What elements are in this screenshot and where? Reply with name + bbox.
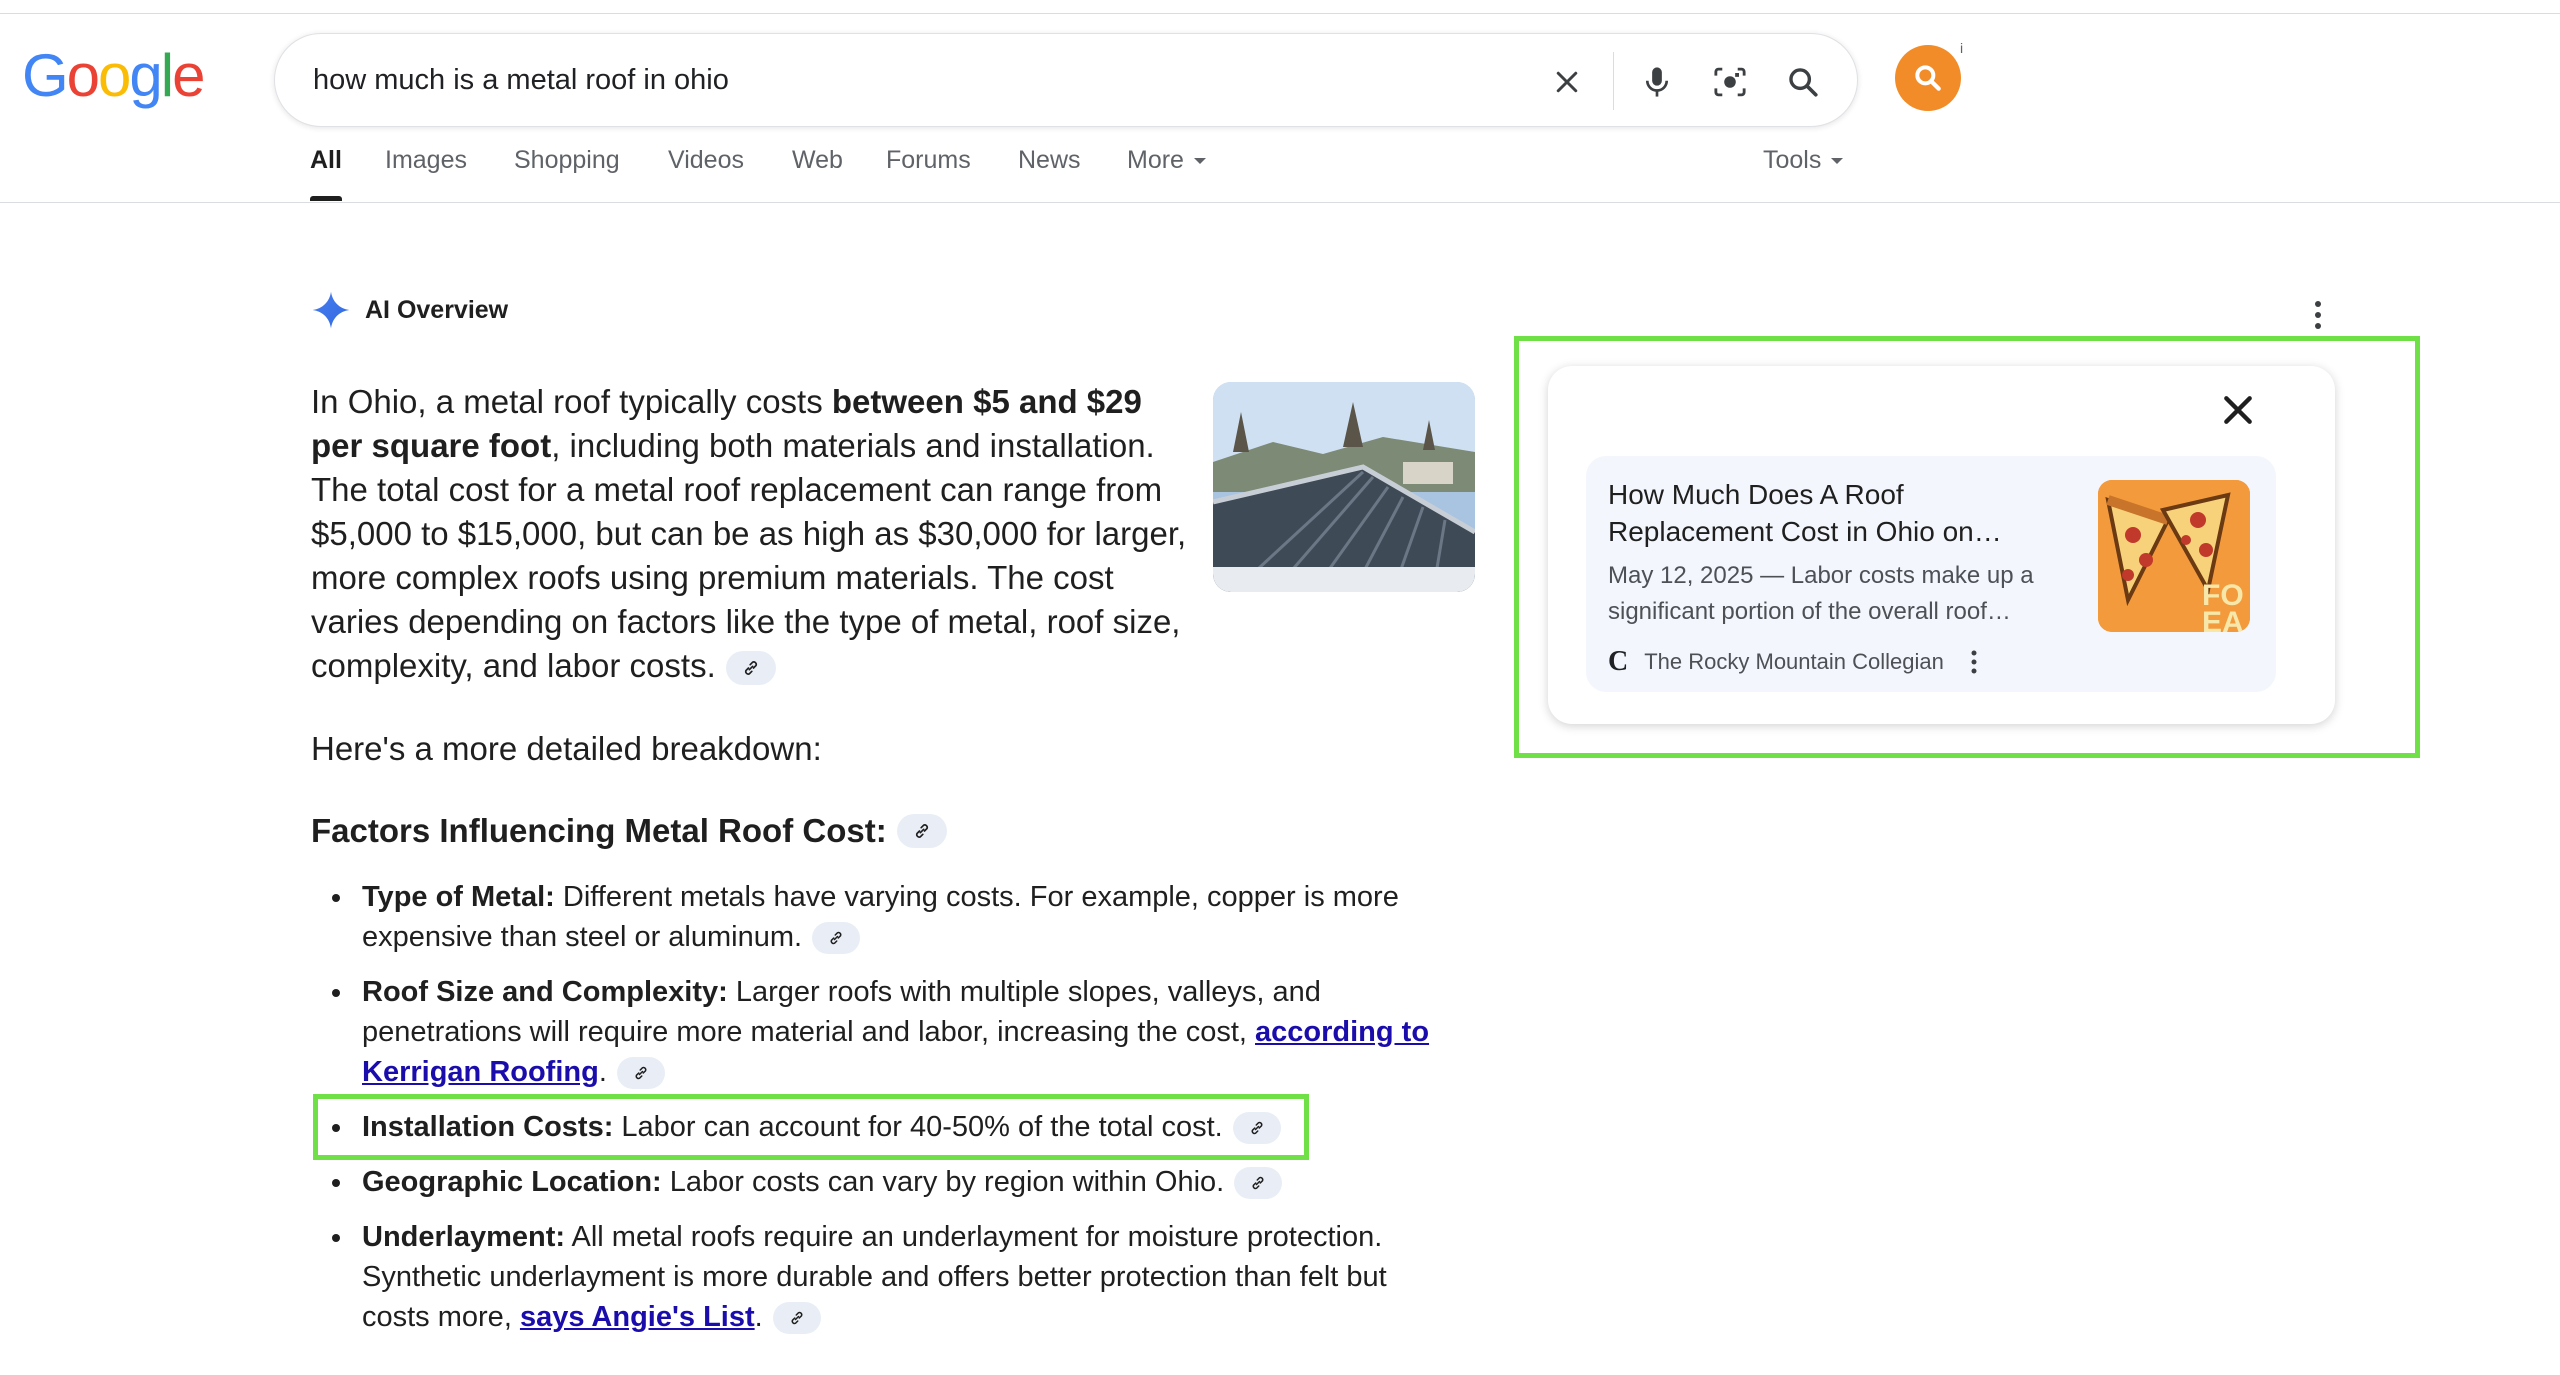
tab-shopping[interactable]: Shopping [514,146,620,175]
tools-label: Tools [1763,146,1822,174]
link-icon [744,661,757,676]
clear-icon[interactable] [1547,62,1587,102]
breakdown-intro: Here's a more detailed breakdown: [311,730,822,767]
chevron-down-icon [1193,158,1206,165]
angies-list-link[interactable]: says Angie's List [520,1301,755,1333]
search-icon[interactable] [1783,62,1823,102]
link-icon [635,1067,647,1080]
tab-images[interactable]: Images [385,146,467,175]
google-logo[interactable]: Google [22,42,206,109]
tab-news[interactable]: News [1018,146,1081,175]
link-icon [830,932,842,945]
gemini-sparkle-icon [312,291,350,329]
tab-more-label: More [1127,146,1184,174]
summary-text-rest: , including both materials and installat… [311,427,1187,684]
logo-letter: e [172,42,205,109]
logo-letter: G [22,42,69,109]
link-icon [791,1312,803,1325]
bullet-label: Type of Metal: [362,881,555,913]
more-options-icon[interactable] [2306,298,2330,332]
chevron-down-icon [1831,158,1844,165]
tab-forums[interactable]: Forums [886,146,971,175]
ai-overview-header: AI Overview [311,290,508,330]
metal-roof-image[interactable] [1213,382,1475,592]
tab-all[interactable]: All [310,146,342,175]
microphone-icon[interactable] [1637,62,1677,102]
search-box[interactable]: how much is a metal roof in ohio [274,33,1858,127]
bullet-label: Underlayment: [362,1221,566,1253]
info-dot-icon: i [1960,40,1964,56]
tools-button[interactable]: Tools [1763,146,1844,175]
tab-web[interactable]: Web [792,146,843,175]
logo-letter: o [66,42,100,109]
ai-overview-title: AI Overview [365,295,509,324]
top-border [0,0,2560,14]
lens-camera-icon[interactable] [1710,62,1750,102]
bullet-label: Geographic Location: [362,1166,662,1198]
bullet-text: Labor costs can vary by region within Oh… [661,1166,1225,1198]
link-icon [915,824,928,838]
logo-letter: o [98,42,131,109]
highlight-source-panel [1514,336,2420,758]
tab-videos[interactable]: Videos [668,146,744,175]
search-input[interactable]: how much is a metal roof in ohio [313,64,729,97]
bullet-label: Roof Size and Complexity: [362,976,728,1008]
active-tab-indicator [310,196,342,201]
bullet-text-end: . [598,1056,607,1088]
highlight-installation-costs [313,1094,1309,1160]
tabs-divider [0,202,2560,203]
logo-letter: l [160,42,174,109]
bullet-text-end: . [754,1301,763,1333]
ai-overview-summary: In Ohio, a metal roof typically costs be… [311,380,1201,688]
list-item: Type of Metal: Different metals have var… [330,877,1460,957]
source-link-chip[interactable] [725,651,776,686]
source-link-chip[interactable] [772,1302,821,1335]
source-link-chip[interactable] [812,922,861,955]
avatar-search-icon [1915,65,1941,91]
search-tabs: All Images Shopping Videos Web Forums Ne… [310,146,1910,202]
factors-heading-text: Factors Influencing Metal Roof Cost: [311,812,887,849]
list-item: Underlayment: All metal roofs require an… [330,1217,1460,1337]
tab-more[interactable]: More [1127,146,1206,175]
summary-text-start: In Ohio, a metal roof typically costs [311,383,832,420]
factors-heading: Factors Influencing Metal Roof Cost: [311,812,947,850]
list-item: Geographic Location: Labor costs can var… [330,1162,1460,1202]
source-link-chip[interactable] [896,814,947,848]
list-item: Roof Size and Complexity: Larger roofs w… [330,972,1460,1092]
source-link-chip[interactable] [616,1057,665,1090]
search-divider [1613,52,1614,110]
source-link-chip[interactable] [1234,1167,1283,1200]
link-icon [1252,1177,1264,1190]
logo-letter: g [129,42,162,109]
account-avatar[interactable] [1895,45,1961,111]
